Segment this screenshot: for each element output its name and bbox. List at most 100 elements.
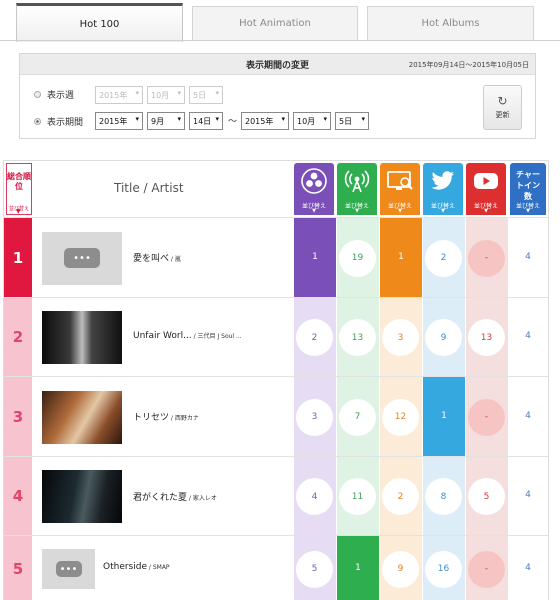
chart-in-value: 4 <box>525 251 531 262</box>
radio-rank-cell: 1 <box>337 536 379 600</box>
rank-value: 3 <box>296 398 333 436</box>
sort-by-youtube-button[interactable]: 並び替え ▼ <box>466 163 506 215</box>
sort-arrow-icon: ▼ <box>398 208 402 214</box>
table-row[interactable]: 3 トリセツ / 西野カナ 3 7 12 1-4 <box>4 376 548 456</box>
rank-value: 1 <box>312 251 318 262</box>
sort-by-twitter-button[interactable]: 並び替え ▼ <box>423 163 463 215</box>
artist-name: 西野カナ <box>174 415 199 422</box>
rank-number: 2 <box>4 298 32 376</box>
to-year-select[interactable]: 2015年 ▾ <box>241 112 289 130</box>
to-day-select[interactable]: 5日 ▾ <box>335 112 369 130</box>
song-title: 愛を叫べ <box>133 254 170 264</box>
lookup-rank-cell: 12 <box>380 377 422 456</box>
sort-by-rank-button[interactable]: 総合順位 並び替え ▼ <box>6 163 32 215</box>
chevron-down-icon: ▾ <box>361 115 365 123</box>
table-row[interactable]: 4 君がくれた夏 / 家入レオ 4 11 2 8 5 4 <box>4 456 548 535</box>
artist-name: SMAP <box>152 564 170 571</box>
thumbnail-placeholder[interactable]: ••• <box>42 231 122 285</box>
range-label: 表示期間 <box>47 118 84 128</box>
song-title-artist[interactable]: 君がくれた夏 / 家入レオ <box>133 490 217 503</box>
artist-name: 家入レオ <box>192 494 217 502</box>
range-radio[interactable] <box>34 118 41 125</box>
rank-value: 2 <box>382 478 419 515</box>
video-thumbnail[interactable] <box>42 390 122 444</box>
refresh-icon: ↻ <box>497 94 508 108</box>
week-year-select[interactable]: 2015年 ▾ <box>95 86 143 104</box>
rank-number: 3 <box>4 377 32 456</box>
sales-rank-cell: 1 <box>294 218 336 297</box>
song-title-artist[interactable]: トリセツ / 西野カナ <box>133 410 199 423</box>
week-day-select[interactable]: 5日 ▾ <box>189 86 223 104</box>
song-title-artist[interactable]: 愛を叫べ / 嵐 <box>133 251 181 264</box>
radio-rank-cell: 13 <box>337 298 379 376</box>
twitter-rank-cell: 8 <box>423 457 465 535</box>
thumbnail-placeholder[interactable]: ••• <box>42 549 95 589</box>
period-header: 表示期間の変更 2015年09月14日～2015年10月05日 <box>20 54 535 75</box>
lookup-rank-cell: 3 <box>380 298 422 376</box>
radio-icon <box>343 167 371 195</box>
chevron-down-icon: ▾ <box>177 115 181 123</box>
artist-name: 嵐 <box>174 256 181 263</box>
rank-number: 1 <box>4 218 32 297</box>
rank-value: 5 <box>296 550 333 588</box>
more-icon: ••• <box>55 561 82 577</box>
video-thumbnail[interactable] <box>42 311 122 364</box>
sales-rank-cell: 4 <box>294 457 336 535</box>
twitter-rank-cell: 2 <box>423 218 465 297</box>
rank-number: 5 <box>4 536 32 600</box>
from-year-select[interactable]: 2015年 ▾ <box>95 112 143 130</box>
song-title: Unfair Worl... <box>133 330 192 341</box>
update-label: 更新 <box>495 111 510 119</box>
song-title-artist[interactable]: Otherside / SMAP <box>103 562 170 572</box>
radio-rank-cell: 7 <box>337 377 379 456</box>
chart-in-value: 4 <box>525 410 531 421</box>
twitter-rank-cell: 1 <box>423 377 465 456</box>
song-title-artist[interactable]: Unfair Worl... / 三代目 J Soul ... <box>133 331 242 341</box>
tab-hot-animation[interactable]: Hot Animation <box>192 6 358 40</box>
youtube-rank-cell: 5 <box>466 457 508 535</box>
sort-arrow-icon: ▼ <box>355 208 359 214</box>
week-option[interactable]: 表示週 <box>34 88 74 101</box>
lookup-rank-cell: 9 <box>380 536 422 600</box>
chevron-down-icon: ▾ <box>177 89 181 97</box>
week-month-select[interactable]: 10月 ▾ <box>147 86 185 104</box>
table-row[interactable]: 1 ••• 愛を叫べ / 嵐 1 19 1 2- 4 <box>4 217 548 297</box>
sort-by-sales-button[interactable]: 並び替え ▼ <box>294 163 334 215</box>
to-month-select[interactable]: 10月 ▾ <box>293 112 331 130</box>
radio-rank-cell: 11 <box>337 457 379 535</box>
chevron-down-icon: ▾ <box>215 115 219 123</box>
sort-by-lookup-button[interactable]: 並び替え ▼ <box>380 163 420 215</box>
week-radio[interactable] <box>34 91 41 98</box>
update-button[interactable]: ↻ 更新 <box>483 85 522 130</box>
tab-hot-albums[interactable]: Hot Albums <box>367 6 534 40</box>
rank-value: 4 <box>296 478 333 515</box>
sort-arrow-icon: ▼ <box>526 208 530 214</box>
rank-value: 5 <box>468 478 505 515</box>
tabs-divider <box>0 40 560 41</box>
rank-value: - <box>468 398 505 436</box>
table-row[interactable]: 2 Unfair Worl... / 三代目 J Soul ... 2 13 3 9 13 4 <box>4 297 548 376</box>
rank-value: 2 <box>425 239 462 277</box>
youtube-rank-cell: - <box>466 218 508 297</box>
sort-by-chart-in-button[interactable]: チャートイン数 並び替え ▼ <box>510 163 546 215</box>
sales-rank-cell: 2 <box>294 298 336 376</box>
range-option[interactable]: 表示期間 <box>34 115 83 128</box>
lookup-icon <box>386 167 414 195</box>
youtube-icon <box>472 167 500 195</box>
rank-value: 12 <box>382 398 419 436</box>
rank-value: 3 <box>382 319 419 356</box>
chart-table: 総合順位 並び替え ▼ Title / Artist 並び替え ▼ 並び替え ▼… <box>3 160 549 600</box>
tab-hot-100[interactable]: Hot 100 <box>16 3 183 42</box>
video-thumbnail[interactable] <box>42 470 122 523</box>
rank-value: 8 <box>425 478 462 515</box>
sales-rank-cell: 5 <box>294 536 336 600</box>
from-day-select[interactable]: 14日 ▾ <box>189 112 223 130</box>
sort-by-radio-button[interactable]: 並び替え ▼ <box>337 163 377 215</box>
from-month-select[interactable]: 9月 ▾ <box>147 112 185 130</box>
chart-tabs: Hot 100 Hot Animation Hot Albums <box>0 0 560 42</box>
song-title: トリセツ <box>133 413 170 423</box>
more-icon: ••• <box>64 248 100 268</box>
rank-value: 1 <box>355 562 361 573</box>
range-separator: ～ <box>228 117 238 127</box>
table-row[interactable]: 5 ••• Otherside / SMAP 5 1 9 16- 4 <box>4 535 548 600</box>
